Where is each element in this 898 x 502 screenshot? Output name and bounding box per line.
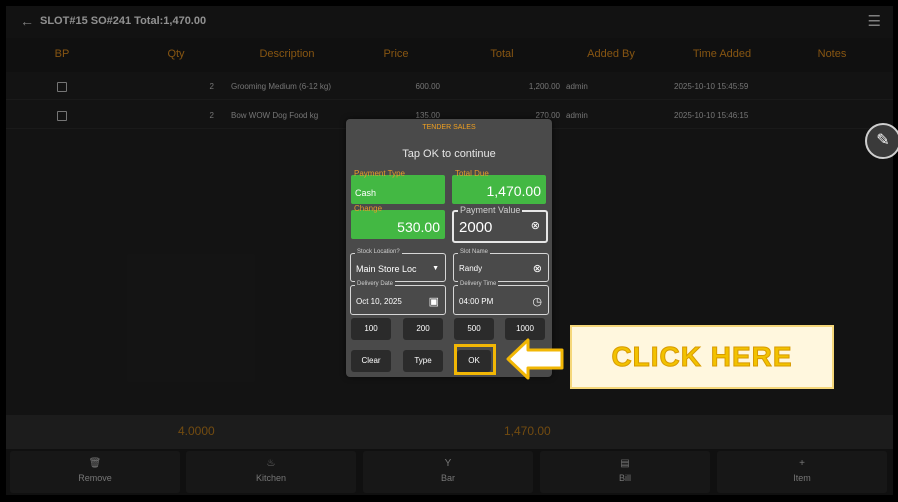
dropdown-caret-icon: ▼ bbox=[432, 265, 439, 272]
calendar-icon[interactable]: ▣ bbox=[429, 295, 439, 308]
delivery-time-label: Delivery Time bbox=[458, 281, 499, 287]
change-value: 530.00 bbox=[397, 219, 440, 235]
delivery-date-value: Oct 10, 2025 bbox=[356, 297, 402, 306]
quick-amount-200-button[interactable]: 200 bbox=[403, 318, 443, 340]
payment-type-field[interactable]: Payment Type Cash bbox=[351, 169, 445, 204]
total-due-field: Total Due 1,470.00 bbox=[452, 169, 546, 204]
quick-amount-500-button[interactable]: 500 bbox=[454, 318, 494, 340]
delivery-time-value: 04:00 PM bbox=[459, 297, 494, 306]
payment-value-text: 2000 bbox=[459, 219, 493, 236]
dialog-subtitle: Tap OK to continue bbox=[402, 148, 496, 160]
dialog-title: TENDER SALES bbox=[422, 124, 476, 131]
stock-location-value: Main Store Loc bbox=[356, 264, 417, 274]
click-here-text: CLICK HERE bbox=[611, 341, 793, 373]
slot-name-field[interactable]: Slot Name Randy ⊗ bbox=[453, 249, 549, 282]
slot-name-value: Randy bbox=[459, 264, 483, 273]
total-due-value: 1,470.00 bbox=[486, 183, 542, 199]
clear-button[interactable]: Clear bbox=[351, 350, 391, 372]
payment-type-value: Cash bbox=[355, 188, 377, 198]
click-here-callout: CLICK HERE bbox=[570, 325, 834, 389]
clear-circle-icon[interactable]: ⊗ bbox=[531, 219, 540, 232]
edit-fab-icon[interactable]: ✎ bbox=[865, 123, 898, 159]
clear-circle-icon[interactable]: ⊗ bbox=[533, 262, 542, 275]
type-button[interactable]: Type bbox=[403, 350, 443, 372]
delivery-date-field[interactable]: Delivery Date Oct 10, 2025 ▣ bbox=[350, 281, 446, 315]
change-field: Change 530.00 bbox=[351, 204, 445, 239]
ok-highlight-box bbox=[454, 344, 496, 375]
change-label: Change bbox=[354, 204, 383, 213]
delivery-date-label: Delivery Date bbox=[355, 281, 396, 287]
delivery-time-field[interactable]: Delivery Time 04:00 PM ◷ bbox=[453, 281, 549, 315]
payment-value-input[interactable]: Payment Value 2000 ⊗ bbox=[452, 205, 548, 243]
clock-icon[interactable]: ◷ bbox=[532, 295, 542, 308]
quick-amount-100-button[interactable]: 100 bbox=[351, 318, 391, 340]
stock-location-label: Stock Location? bbox=[355, 249, 402, 255]
stock-location-select[interactable]: Stock Location? Main Store Loc ▼ bbox=[350, 249, 446, 282]
slot-name-label: Slot Name bbox=[458, 249, 491, 255]
payment-value-label: Payment Value bbox=[458, 205, 523, 215]
payment-type-label: Payment Type bbox=[354, 169, 405, 178]
total-due-label: Total Due bbox=[455, 169, 489, 178]
callout-arrow-icon bbox=[506, 338, 564, 380]
